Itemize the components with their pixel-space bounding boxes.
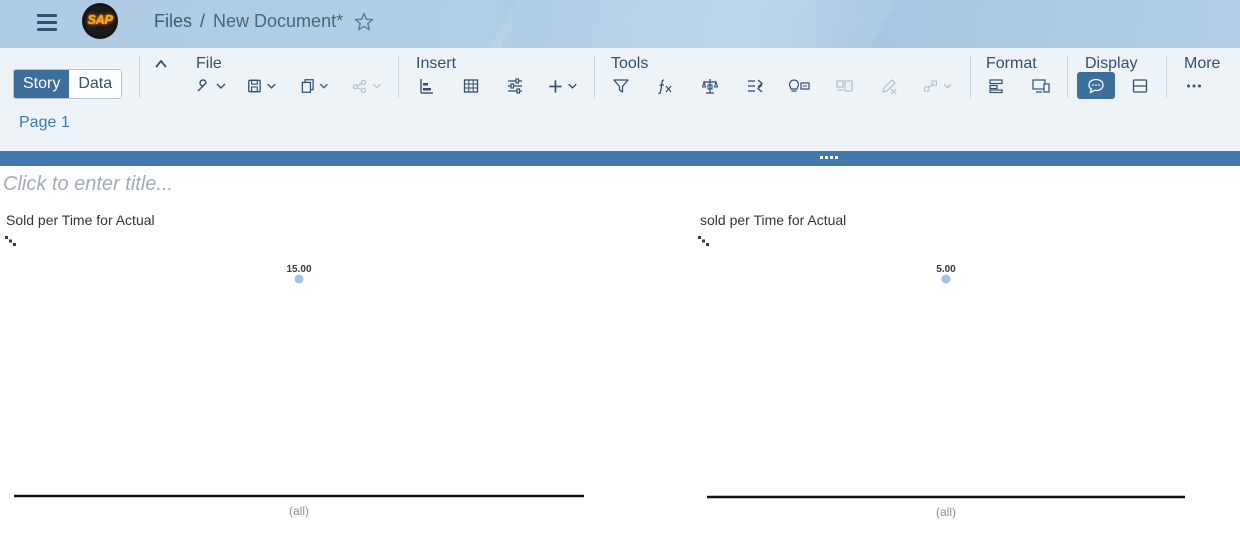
toolbar-divider: [1067, 56, 1068, 98]
chart-1-title[interactable]: Sold per Time for Actual: [6, 212, 155, 228]
toolbar-divider: [1166, 56, 1167, 98]
share-icon: [352, 79, 381, 94]
shell-header: SAP Files / New Document*: [0, 0, 1240, 48]
chart-2-title[interactable]: sold per Time for Actual: [700, 212, 846, 228]
display-group-label[interactable]: Display: [1085, 55, 1137, 73]
story-data-toggle: Story Data: [13, 69, 123, 99]
bar-chart-icon: [420, 79, 433, 94]
more-options-button[interactable]: [1177, 75, 1211, 97]
formula-button[interactable]: [648, 75, 682, 97]
analyzer-icon: [836, 80, 853, 92]
story-mode-button[interactable]: Story: [14, 70, 70, 98]
toolbar-splitter-handle[interactable]: [0, 151, 1240, 166]
plus-icon: [549, 80, 577, 93]
toolbar-divider: [594, 56, 595, 98]
story-title-placeholder[interactable]: Click to enter title...: [3, 173, 173, 196]
copy-dropdown[interactable]: [297, 75, 331, 97]
linked-analysis-icon: [748, 79, 763, 93]
chart-2-plot[interactable]: 5.00 (all): [690, 250, 1210, 530]
conditional-formatting-button[interactable]: [693, 75, 727, 97]
breadcrumb-separator: /: [200, 11, 206, 31]
split-view-icon: [1132, 79, 1148, 93]
file-group-label[interactable]: File: [196, 55, 222, 73]
device-preview-icon: [1032, 79, 1050, 93]
chart-2-data-point[interactable]: [941, 274, 951, 284]
chart-2-hierarchy-icon[interactable]: [697, 235, 711, 247]
wrench-icon: [197, 79, 226, 92]
toolbar-divider: [398, 56, 399, 98]
chart-1-hierarchy-icon[interactable]: [4, 235, 18, 247]
chart-1-category-label: (all): [289, 504, 309, 518]
hamburger-menu-icon[interactable]: [30, 8, 64, 38]
smart-insights-button[interactable]: [783, 75, 817, 97]
styling-button[interactable]: [979, 75, 1013, 97]
tab-page-1[interactable]: Page 1: [19, 114, 70, 132]
insert-table-button[interactable]: [454, 75, 488, 97]
grip-dots-icon: [820, 156, 838, 159]
sap-logo: SAP: [82, 3, 118, 39]
toolbar-divider: [970, 56, 971, 98]
overflow-dots-icon: [1187, 84, 1201, 88]
layout-panel-icon: [989, 79, 1003, 94]
clear-formatting-button[interactable]: [872, 75, 906, 97]
favorite-star-icon[interactable]: [354, 12, 374, 32]
lightbulb-icon: [788, 79, 810, 92]
insert-more-dropdown[interactable]: [546, 75, 580, 97]
eraser-pencil-icon: [882, 79, 897, 95]
comments-toggle-button[interactable]: [1077, 72, 1115, 99]
collapse-toolbar-chevron-icon[interactable]: [153, 56, 169, 72]
data-mode-button[interactable]: Data: [69, 70, 122, 98]
table-grid-icon: [463, 79, 479, 93]
chart-1-data-label: 15.00: [286, 264, 311, 275]
logo-text: SAP: [87, 12, 113, 27]
save-icon: [248, 79, 276, 93]
save-dropdown[interactable]: [245, 75, 279, 97]
share-dropdown[interactable]: [350, 75, 384, 97]
format-group-label[interactable]: Format: [986, 55, 1037, 73]
insert-chart-button[interactable]: [410, 75, 444, 97]
shell-decoration: [459, 0, 921, 48]
document-name: New Document*: [213, 11, 344, 31]
toolbar-divider: [139, 56, 140, 98]
story-toolbar: Story Data File Insert Tools Format Disp…: [0, 48, 1240, 151]
breadcrumb-files-link[interactable]: Files: [154, 11, 192, 32]
sliders-icon: [508, 78, 522, 94]
filter-button[interactable]: [604, 75, 638, 97]
tools-group-label[interactable]: Tools: [611, 55, 648, 73]
chart-1-data-point[interactable]: [294, 274, 304, 284]
link-nodes-icon: [924, 80, 952, 92]
function-fx-icon: [658, 79, 672, 94]
link-dimensions-dropdown[interactable]: [922, 75, 956, 97]
copy-icon: [301, 79, 328, 93]
linked-analysis-button[interactable]: [738, 75, 772, 97]
device-preview-button[interactable]: [1024, 75, 1058, 97]
more-group-label[interactable]: More: [1184, 55, 1220, 73]
breadcrumb: Files / New Document*: [154, 11, 374, 32]
filter-funnel-icon: [613, 79, 629, 93]
balance-scale-icon: [701, 79, 719, 94]
view-layout-button[interactable]: [1123, 75, 1157, 97]
comment-bubble-icon: [1088, 78, 1104, 94]
chart-2-category-label: (all): [936, 505, 956, 519]
chart-2-data-label: 5.00: [936, 264, 956, 275]
data-analyzer-button[interactable]: [828, 75, 862, 97]
insert-input-control-button[interactable]: [498, 75, 532, 97]
edit-tools-dropdown[interactable]: [193, 75, 227, 97]
insert-group-label[interactable]: Insert: [416, 55, 456, 73]
chart-1-plot[interactable]: 15.00 (all): [0, 250, 620, 530]
